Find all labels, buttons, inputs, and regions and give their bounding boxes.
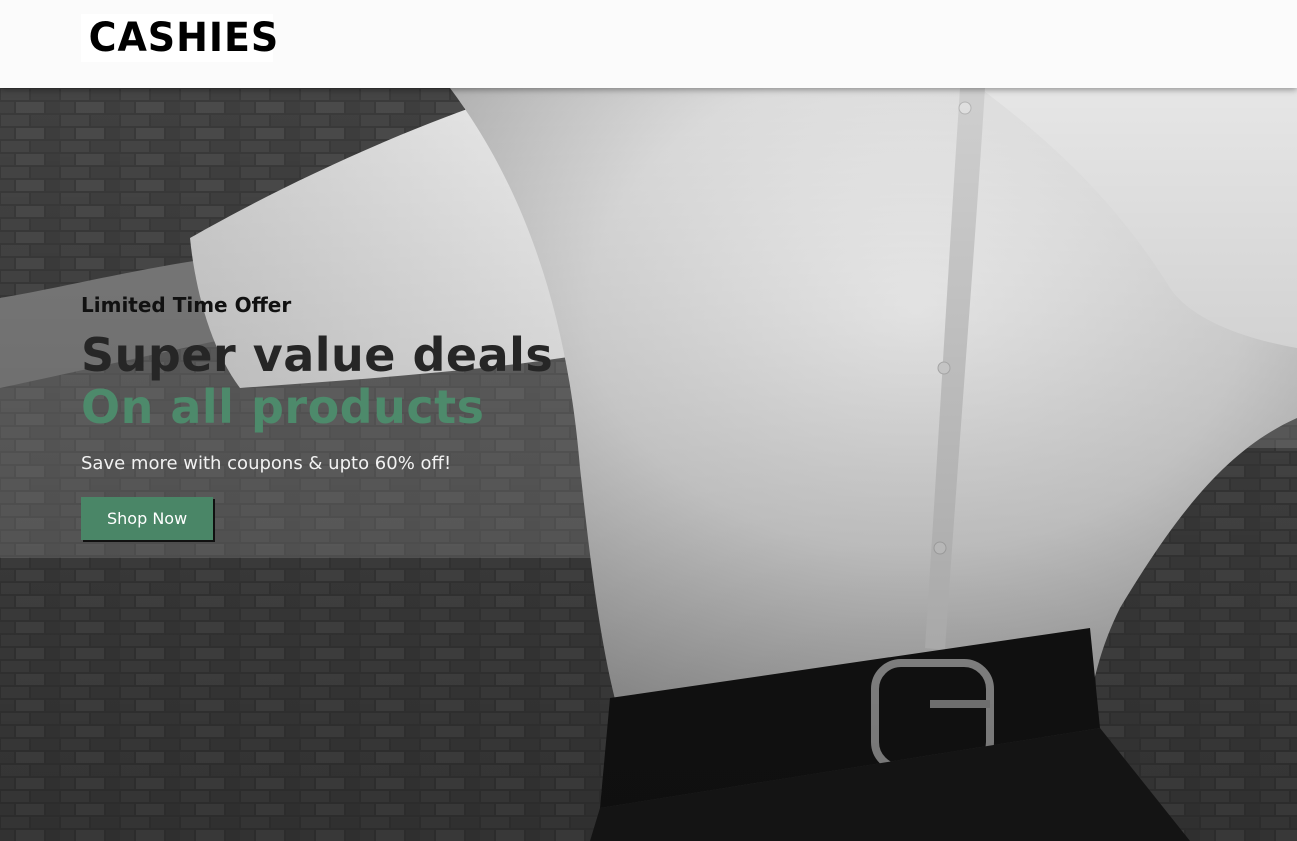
hero-subtext: Save more with coupons & upto 60% off! (81, 453, 452, 475)
site-header: CASHIES (0, 0, 1297, 88)
brand-logo[interactable]: CASHIES (81, 14, 278, 62)
hero-eyebrow: Limited Time Offer (81, 293, 292, 317)
hero-content: Limited Time Offer Super value deals On … (81, 293, 553, 540)
shop-now-button[interactable]: Shop Now (81, 496, 214, 540)
brand-logo-text: CASHIES (88, 15, 280, 61)
hero-headline: Super value deals (81, 328, 554, 382)
hero-banner: Limited Time Offer Super value deals On … (0, 88, 1297, 841)
hero-headline-accent: On all products (81, 380, 485, 435)
